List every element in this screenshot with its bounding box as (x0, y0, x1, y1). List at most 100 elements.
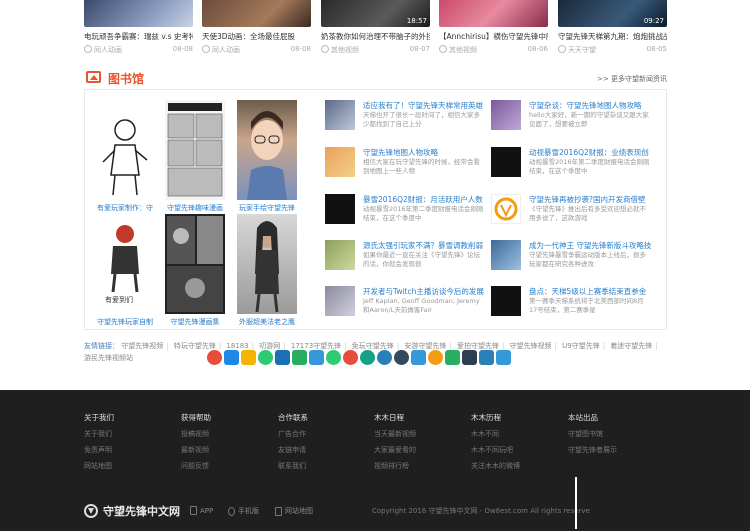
news-item[interactable]: 盘点：天梯5级以上赛季结束直参金 第一赛季天梯系统将于北美西部时间8月17号结束… (491, 286, 651, 318)
news-thumbnail[interactable] (325, 100, 355, 130)
news-item[interactable]: 守望杂谈：守望先锋地图人物攻略 hello大家好，新一期的守望杂谈又跟大家见面了… (491, 100, 651, 132)
qzone-icon[interactable] (241, 350, 256, 365)
video-title[interactable]: 奶茶教你如何治理不带脑子的外挂 (321, 31, 430, 42)
news-thumbnail[interactable] (491, 240, 521, 270)
book-item[interactable]: 守望先锋漫画集 (165, 214, 225, 327)
news-thumbnail[interactable] (491, 147, 521, 177)
footer-link[interactable]: 问题反馈 (181, 461, 271, 471)
news-title[interactable]: 适应我有了！守望先锋天梯常用英雄 (363, 100, 485, 111)
footer-link[interactable]: 木木不同 (471, 429, 561, 439)
link-item[interactable]: 守望先锋视频 (510, 342, 552, 350)
news-thumbnail[interactable] (325, 147, 355, 177)
video-card[interactable]: 09:27 守望先锋天梯第九期：炮炮挑战战队 天天守望 08-05 (558, 0, 667, 55)
star-icon[interactable] (428, 350, 443, 365)
news-thumbnail[interactable] (491, 286, 521, 316)
book-cover[interactable] (165, 100, 225, 200)
footer-link[interactable]: 联系我们 (278, 461, 368, 471)
footer-link[interactable]: 友链申请 (278, 445, 368, 455)
book-cover[interactable] (95, 100, 155, 200)
book-item[interactable]: 有爱玩家制作：守 (95, 100, 155, 213)
video-card[interactable]: 电玩顽吾争霸赛：瑞兹 v.s 史考特 同人动画 08-08 (84, 0, 193, 55)
book-cover[interactable] (237, 214, 297, 314)
news-title[interactable]: 盘点：天梯5级以上赛季结束直参金 (529, 286, 651, 297)
video-thumbnail[interactable]: 09:27 (558, 0, 667, 27)
news-title[interactable]: 守望先锋再被抄袭?国内开发商借壁 (529, 194, 651, 205)
renren-icon[interactable] (275, 350, 290, 365)
news-thumbnail[interactable] (325, 194, 355, 224)
sitemap-link[interactable]: 网站地图 (275, 506, 313, 516)
news-item[interactable]: 守望先锋再被抄袭?国内开发商借壁 《守望先锋》推出后有多受欢迎想必就不用多说了，… (491, 194, 651, 226)
video-thumbnail[interactable] (84, 0, 193, 27)
footer-link[interactable]: 网站地图 (84, 461, 174, 471)
news-item[interactable]: 源氏太强引玩家不满？暴雪调教削弱 如果你最近一直在关注《守望先锋》论坛的话，你就… (325, 240, 485, 272)
news-title[interactable]: 成为一代神王 守望先锋新版斗攻略技 (529, 240, 651, 251)
video-thumbnail[interactable] (439, 0, 548, 27)
book-title[interactable]: 外服超美法老之鹰 (237, 317, 297, 327)
book-title[interactable]: 守望先锋漫画集 (165, 317, 225, 327)
app-link[interactable]: APP (190, 506, 213, 515)
footer-link[interactable]: 关于我们 (84, 429, 174, 439)
footer-link[interactable]: 最新视频 (181, 445, 271, 455)
video-title[interactable]: 电玩顽吾争霸赛：瑞兹 v.s 史考特 (84, 31, 193, 42)
news-item[interactable]: 适应我有了！守望先锋天梯常用英雄 天梯也开了很长一段时间了，相信大家多少都找到了… (325, 100, 485, 132)
book-title[interactable]: 玩家手绘守望先锋 (237, 203, 297, 213)
news-title[interactable]: 守望杂谈：守望先锋地图人物攻略 (529, 100, 651, 111)
wechat-icon[interactable] (258, 350, 273, 365)
copy-icon[interactable] (479, 350, 494, 365)
footer-link[interactable]: 大家最爱看的 (374, 445, 464, 455)
video-card[interactable]: 天使3D动画：全场最佳屁股 同人动画 08-08 (202, 0, 311, 55)
more-news-link[interactable]: >> 更多守望新闻资讯 (597, 74, 667, 84)
mail-icon[interactable] (411, 350, 426, 365)
book-cover[interactable]: 有爱到们 (95, 214, 155, 314)
video-card[interactable]: 【Annchirisu】横伤守望先锋中所 其他视频 08-06 (439, 0, 548, 55)
qq-icon[interactable] (224, 350, 239, 365)
news-thumbnail[interactable] (325, 240, 355, 270)
news-item[interactable]: 开发者与Twitch主播访谈今后的发展 Jeff Kaplan, Geoff G… (325, 286, 485, 318)
tencent-weibo-icon[interactable] (309, 350, 324, 365)
link-item[interactable]: 游民先锋视频站 (84, 354, 133, 362)
news-item[interactable]: 动视暴雪2016Q2财报：业绩表现创 动视暴雪2016年第二季度财报电话会刚刚结… (491, 147, 651, 179)
book-cover[interactable] (237, 100, 297, 200)
book-title[interactable]: 守望先锋玩家自制 (95, 317, 155, 327)
video-thumbnail[interactable]: 18:57 (321, 0, 430, 27)
heart-icon[interactable] (207, 350, 222, 365)
link-item[interactable]: 18183 (226, 342, 248, 350)
news-thumbnail[interactable] (491, 194, 521, 224)
book-item[interactable]: 守望先锋趣味漫画 (165, 100, 225, 213)
footer-link[interactable]: 免责声明 (84, 445, 174, 455)
news-title[interactable]: 暴雪2016Q2财报：月活跃用户人数 (363, 194, 485, 205)
footer-link[interactable]: 投稿视频 (181, 429, 271, 439)
weibo-icon[interactable] (343, 350, 358, 365)
footer-link[interactable]: 守望先锋者展示 (568, 445, 658, 455)
news-title[interactable]: 开发者与Twitch主播访谈今后的发展 (363, 286, 485, 297)
video-thumbnail[interactable] (202, 0, 311, 27)
link-item[interactable]: 安游守望先锋 (404, 342, 446, 350)
clover-icon[interactable] (326, 350, 341, 365)
footer-logo[interactable]: 守望先锋中文网 (84, 503, 180, 519)
book-item[interactable]: 玩家手绘守望先锋 (237, 100, 297, 213)
mobile-link[interactable]: 手机版 (228, 506, 259, 516)
book-cover[interactable] (165, 214, 225, 314)
link-item[interactable]: 免玩守望先锋 (352, 342, 394, 350)
box-icon[interactable] (445, 350, 460, 365)
tumblr-icon[interactable] (462, 350, 477, 365)
news-item[interactable]: 暴雪2016Q2财报：月活跃用户人数 动视暴雪2016年第二季度财报电话会刚刚结… (325, 194, 485, 226)
book-title[interactable]: 有爱玩家制作：守 (95, 203, 155, 213)
footer-link[interactable]: 视频排行榜 (374, 461, 464, 471)
link-item[interactable]: 17173守望先锋 (291, 342, 341, 350)
video-title[interactable]: 守望先锋天梯第九期：炮炮挑战战队 (558, 31, 667, 42)
link-item[interactable]: 叨游网 (259, 342, 280, 350)
footer-link[interactable]: 当天最新视频 (374, 429, 464, 439)
paw-icon[interactable] (394, 350, 409, 365)
news-item[interactable]: 守望先锋地图人物攻略 相信大家在玩守望先锋的时候，经常会看到地图上一些人物 (325, 147, 485, 179)
video-title[interactable]: 【Annchirisu】横伤守望先锋中所 (439, 31, 548, 42)
news-title[interactable]: 动视暴雪2016Q2财报：业绩表现创 (529, 147, 651, 158)
news-thumbnail[interactable] (491, 100, 521, 130)
video-title[interactable]: 天使3D动画：全场最佳屁股 (202, 31, 311, 42)
news-item[interactable]: 成为一代神王 守望先锋新版斗攻略技 守望先锋暴雪争霸运动版本上线后，很多玩家都在… (491, 240, 651, 272)
footer-link[interactable]: 木木不同玩吧 (471, 445, 561, 455)
link-item[interactable]: 守望先锋视频 (121, 342, 163, 350)
link-item[interactable]: 着迷守望先锋 (610, 342, 652, 350)
link-item[interactable]: 特玩守望先锋 (174, 342, 216, 350)
book-item[interactable]: 外服超美法老之鹰 (237, 214, 297, 327)
